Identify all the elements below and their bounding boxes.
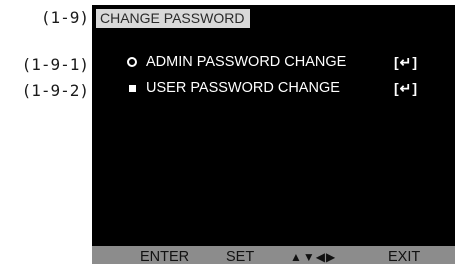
screen-title: CHANGE PASSWORD: [96, 9, 251, 28]
ref-label-item2: (1-9-2): [21, 81, 89, 100]
menu-item-admin-password-change[interactable]: ADMIN PASSWORD CHANGE [↵]: [126, 52, 446, 72]
osd-screen: CHANGE PASSWORD ADMIN PASSWORD CHANGE [↵…: [92, 5, 455, 265]
enter-key-icon: [↵]: [394, 54, 419, 70]
bottom-button-bar: ENTER SET ▲▼◀▶ EXIT: [92, 246, 455, 265]
ref-label-main: (1-9): [40, 8, 89, 27]
exit-button[interactable]: EXIT: [388, 246, 420, 268]
enter-button[interactable]: ENTER: [140, 246, 189, 268]
menu-item-user-password-change[interactable]: USER PASSWORD CHANGE [↵]: [126, 78, 446, 98]
ref-label-item1: (1-9-1): [21, 55, 89, 74]
set-button[interactable]: SET: [226, 246, 254, 268]
arrow-keys-icon[interactable]: ▲▼◀▶: [290, 246, 336, 268]
menu-item-label: ADMIN PASSWORD CHANGE: [146, 54, 347, 70]
ring-icon: [127, 57, 137, 67]
square-bullet-icon: [129, 85, 136, 92]
enter-key-icon: [↵]: [394, 80, 419, 96]
menu-item-label: USER PASSWORD CHANGE: [146, 80, 340, 96]
